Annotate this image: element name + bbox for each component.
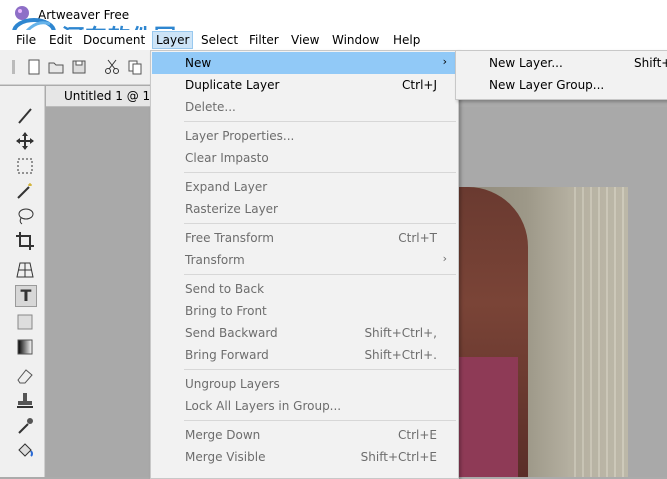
menu-item-rasterize-layer[interactable]: Rasterize Layer — [152, 198, 457, 220]
menu-item-bring-forward[interactable]: Bring Forward Shift+Ctrl+. — [152, 344, 457, 366]
menu-separator — [184, 121, 456, 122]
move-icon[interactable] — [15, 131, 35, 151]
menu-item-free-transform[interactable]: Free Transform Ctrl+T — [152, 227, 457, 249]
lasso-icon[interactable] — [15, 206, 35, 226]
photo-background — [568, 187, 628, 477]
submenu-arrow-icon: › — [442, 55, 447, 68]
menu-separator — [184, 420, 456, 421]
open-file-icon[interactable] — [48, 59, 64, 75]
window-title: Artweaver Free — [38, 8, 130, 22]
photo-sweater — [458, 357, 518, 477]
menu-item-new[interactable]: New › — [152, 52, 457, 74]
menu-edit[interactable]: Edit — [46, 32, 75, 48]
menu-item-send-to-back[interactable]: Send to Back — [152, 278, 457, 300]
menu-separator — [184, 274, 456, 275]
save-icon[interactable] — [71, 59, 87, 75]
main-toolbar — [0, 50, 150, 85]
menu-separator — [184, 369, 456, 370]
submenu-item-new-layer[interactable]: New Layer... Shift+ — [456, 52, 667, 74]
perspective-icon[interactable] — [15, 260, 35, 280]
menu-separator — [184, 223, 456, 224]
menu-help[interactable]: Help — [390, 32, 423, 48]
new-file-icon[interactable] — [26, 59, 42, 75]
menu-bar: File Edit Document Layer Select Filter V… — [0, 30, 667, 50]
menu-separator — [184, 172, 456, 173]
menu-item-bring-to-front[interactable]: Bring to Front — [152, 300, 457, 322]
copy-icon[interactable] — [127, 59, 143, 75]
menu-item-delete[interactable]: Delete... — [152, 96, 457, 118]
gradient-icon[interactable] — [15, 337, 35, 357]
stamp-icon[interactable] — [15, 391, 35, 411]
rectangle-shape-icon[interactable] — [15, 312, 35, 332]
menu-item-transform[interactable]: Transform › — [152, 249, 457, 271]
canvas-image[interactable] — [458, 187, 628, 477]
document-tab[interactable]: Untitled 1 @ 100 — [46, 86, 165, 107]
menu-document[interactable]: Document — [80, 32, 148, 48]
eyedropper-icon[interactable] — [15, 416, 35, 436]
menu-item-lock-all-layers[interactable]: Lock All Layers in Group... — [152, 395, 457, 417]
paint-bucket-icon[interactable] — [15, 441, 35, 461]
text-icon[interactable]: T — [15, 285, 37, 307]
new-submenu: New Layer... Shift+ New Layer Group... — [455, 50, 667, 100]
submenu-arrow-icon: › — [442, 252, 447, 265]
magic-wand-icon[interactable] — [15, 181, 35, 201]
eraser-icon[interactable] — [15, 366, 35, 386]
menu-filter[interactable]: Filter — [246, 32, 282, 48]
menu-item-layer-properties[interactable]: Layer Properties... — [152, 125, 457, 147]
menu-item-expand-layer[interactable]: Expand Layer — [152, 176, 457, 198]
menu-window[interactable]: Window — [329, 32, 382, 48]
menu-select[interactable]: Select — [198, 32, 241, 48]
menu-item-duplicate-layer[interactable]: Duplicate Layer Ctrl+J — [152, 74, 457, 96]
layer-menu-dropdown: New › Duplicate Layer Ctrl+J Delete... L… — [150, 50, 459, 479]
submenu-item-new-layer-group[interactable]: New Layer Group... — [456, 74, 667, 96]
menu-file[interactable]: File — [13, 32, 39, 48]
rect-select-icon[interactable] — [15, 156, 35, 176]
artweaver-app-icon — [15, 6, 29, 20]
toolbox-panel: T — [0, 86, 45, 477]
cut-icon[interactable] — [104, 59, 120, 75]
menu-item-ungroup-layers[interactable]: Ungroup Layers — [152, 373, 457, 395]
menu-item-merge-visible[interactable]: Merge Visible Shift+Ctrl+E — [152, 446, 457, 468]
crop-icon[interactable] — [15, 231, 35, 251]
menu-view[interactable]: View — [288, 32, 322, 48]
menu-item-merge-down[interactable]: Merge Down Ctrl+E — [152, 424, 457, 446]
menu-item-send-backward[interactable]: Send Backward Shift+Ctrl+, — [152, 322, 457, 344]
menu-item-clear-impasto[interactable]: Clear Impasto — [152, 147, 457, 169]
grip-icon — [12, 60, 15, 74]
menu-layer[interactable]: Layer — [152, 31, 194, 49]
title-bar: Artweaver Free — [0, 0, 667, 30]
brush-icon[interactable] — [15, 106, 35, 126]
